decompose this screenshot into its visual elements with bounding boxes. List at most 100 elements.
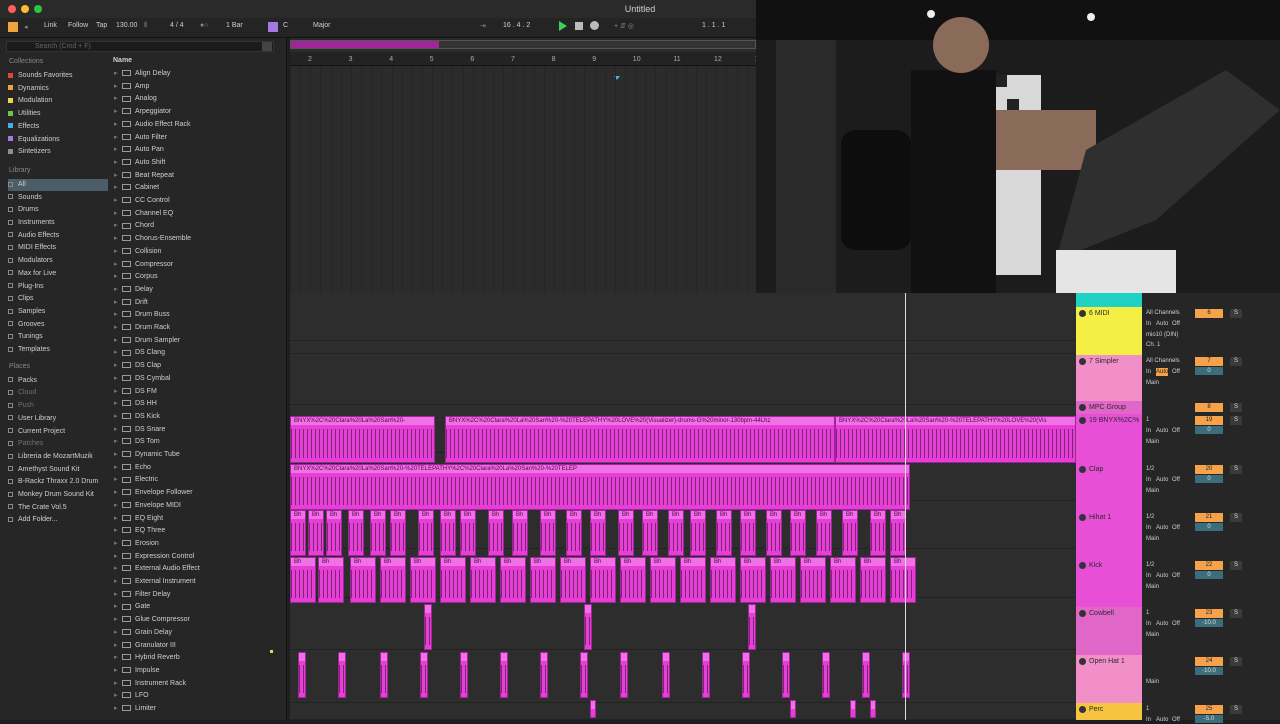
volume-field[interactable]: -10.0 xyxy=(1195,667,1223,675)
expand-icon[interactable]: ▸ xyxy=(114,208,122,220)
audio-clip[interactable]: Bh xyxy=(566,510,582,556)
arrangement-record-icon[interactable]: ⇥ xyxy=(480,22,486,30)
browser-list-item[interactable]: ▸ Drift xyxy=(114,297,284,310)
output-select[interactable]: Main xyxy=(1146,438,1159,446)
solo-button[interactable]: S xyxy=(1230,465,1242,474)
expand-icon[interactable]: ▸ xyxy=(114,449,122,461)
arrow-left-icon[interactable]: ◂ xyxy=(24,23,28,31)
monitor-button[interactable]: In xyxy=(1146,524,1151,532)
audio-clip[interactable]: Bh xyxy=(816,510,832,556)
circle-icon[interactable]: ●○ xyxy=(200,22,208,29)
expand-icon[interactable]: ▸ xyxy=(114,81,122,93)
browser-list-item[interactable]: ▸ Chord xyxy=(114,220,284,233)
browser-list-item[interactable]: ▸ Electric xyxy=(114,474,284,487)
browser-list-item[interactable]: ▸ Cabinet xyxy=(114,182,284,195)
audio-clip[interactable]: Bh xyxy=(560,557,586,603)
metronome-icon[interactable]: ⦀ xyxy=(144,22,147,30)
library-item[interactable]: Plug-Ins xyxy=(8,281,108,293)
output-select[interactable]: Main xyxy=(1146,583,1159,591)
audio-clip[interactable]: Bh xyxy=(870,510,886,556)
audio-clip[interactable]: Bh xyxy=(740,557,766,603)
browser-list-item[interactable]: ▸ Drum Rack xyxy=(114,322,284,335)
solo-button[interactable]: S xyxy=(1230,657,1242,666)
minimize-window-icon[interactable] xyxy=(21,5,29,13)
audio-clip[interactable]: Bh xyxy=(500,557,526,603)
audio-clip[interactable]: Bh xyxy=(350,557,376,603)
audio-clip[interactable] xyxy=(500,652,508,698)
audio-clip[interactable]: Bh xyxy=(290,557,316,603)
audio-clip[interactable]: BNYX%2C%20Clara%20La%20San%20-%20TELEPAT… xyxy=(445,416,835,463)
expand-icon[interactable]: ▸ xyxy=(114,322,122,334)
library-item[interactable]: MIDI Effects xyxy=(8,242,108,254)
browser-list-item[interactable]: ▸ Corpus xyxy=(114,271,284,284)
fold-track-icon[interactable] xyxy=(1079,514,1086,521)
audio-clip[interactable]: Bh xyxy=(370,510,386,556)
expand-icon[interactable]: ▸ xyxy=(114,500,122,512)
expand-icon[interactable]: ▸ xyxy=(114,284,122,296)
browser-list-item[interactable]: ▸ Dynamic Tube xyxy=(114,449,284,462)
input-select[interactable]: 1/2 xyxy=(1146,561,1154,569)
audio-clip[interactable]: Bh xyxy=(650,557,676,603)
audio-clip[interactable]: Bh xyxy=(540,510,556,556)
fold-track-icon[interactable] xyxy=(1079,562,1086,569)
expand-icon[interactable]: ▸ xyxy=(114,513,122,525)
browser-list-item[interactable]: ▸ Erosion xyxy=(114,538,284,551)
expand-icon[interactable]: ▸ xyxy=(114,462,122,474)
volume-field[interactable]: 0 xyxy=(1195,426,1223,434)
browser-list-item[interactable]: ▸ DS FM xyxy=(114,386,284,399)
audio-clip[interactable]: Bh xyxy=(620,557,646,603)
places-item[interactable]: Libreria de MozartMuzik xyxy=(8,451,108,463)
monitor-button[interactable]: In xyxy=(1146,716,1151,724)
collection-item[interactable]: Dynamics xyxy=(8,83,108,95)
monitor-button[interactable]: Auto xyxy=(1156,320,1168,328)
track-activator[interactable]: 20 xyxy=(1195,465,1223,474)
audio-clip[interactable]: BNYX%2C%20Clara%20La%20San%20- xyxy=(290,416,435,463)
fold-track-icon[interactable] xyxy=(1079,310,1086,317)
browser-list-item[interactable]: ▸ Auto Filter xyxy=(114,132,284,145)
audio-clip[interactable] xyxy=(540,652,548,698)
audio-clip[interactable]: Bh xyxy=(590,510,606,556)
volume-field[interactable]: 0 xyxy=(1195,523,1223,531)
browser-list-item[interactable]: ▸ Instrument Rack xyxy=(114,678,284,691)
places-item[interactable]: Cloud xyxy=(8,387,108,399)
library-item[interactable]: Drums xyxy=(8,204,108,216)
browser-list-item[interactable]: ▸ Grain Delay xyxy=(114,627,284,640)
browser-list-item[interactable]: ▸ DS Clap xyxy=(114,360,284,373)
browser-list-item[interactable]: ▸ Amp xyxy=(114,81,284,94)
name-column-header[interactable]: Name xyxy=(113,57,132,64)
expand-icon[interactable]: ▸ xyxy=(114,132,122,144)
audio-clip[interactable] xyxy=(584,604,592,650)
track-header[interactable]: Kick xyxy=(1076,559,1142,607)
audio-clip[interactable]: Bh xyxy=(390,510,406,556)
audio-clip[interactable]: Bh xyxy=(470,557,496,603)
browser-list-item[interactable]: ▸ Expression Control xyxy=(114,551,284,564)
record-icon[interactable] xyxy=(590,21,599,30)
expand-icon[interactable]: ▸ xyxy=(114,703,122,715)
output-select[interactable]: Main xyxy=(1146,678,1159,686)
volume-field[interactable]: 0 xyxy=(1195,367,1223,375)
track-header[interactable]: 6 MIDI xyxy=(1076,307,1142,355)
solo-button[interactable]: S xyxy=(1230,513,1242,522)
audio-clip[interactable]: Bh xyxy=(860,557,886,603)
monitor-button[interactable]: Off xyxy=(1172,620,1180,628)
audio-clip[interactable] xyxy=(782,652,790,698)
browser-list-item[interactable]: ▸ Hybrid Reverb xyxy=(114,652,284,665)
audio-clip[interactable] xyxy=(822,652,830,698)
track-header[interactable]: MPC Group xyxy=(1076,401,1142,414)
volume-field[interactable]: 0 xyxy=(1195,475,1223,483)
audio-clip[interactable]: Bh xyxy=(842,510,858,556)
audio-clip[interactable]: Bh xyxy=(380,557,406,603)
library-item[interactable]: Templates xyxy=(8,344,108,356)
output-select[interactable]: Main xyxy=(1146,535,1159,543)
expand-icon[interactable]: ▸ xyxy=(114,347,122,359)
audio-clip[interactable] xyxy=(380,652,388,698)
browser-list-item[interactable]: ▸ External Instrument xyxy=(114,576,284,589)
browser-list-item[interactable]: ▸ Align Delay xyxy=(114,68,284,81)
track-header[interactable]: Open Hat 1 xyxy=(1076,655,1142,703)
track-header[interactable]: Clap xyxy=(1076,463,1142,511)
monitor-button[interactable]: Off xyxy=(1172,427,1180,435)
monitor-button[interactable]: Auto xyxy=(1156,368,1169,376)
expand-icon[interactable]: ▸ xyxy=(114,386,122,398)
input-select[interactable]: 1/2 xyxy=(1146,513,1154,521)
monitor-button[interactable]: Off xyxy=(1172,320,1180,328)
